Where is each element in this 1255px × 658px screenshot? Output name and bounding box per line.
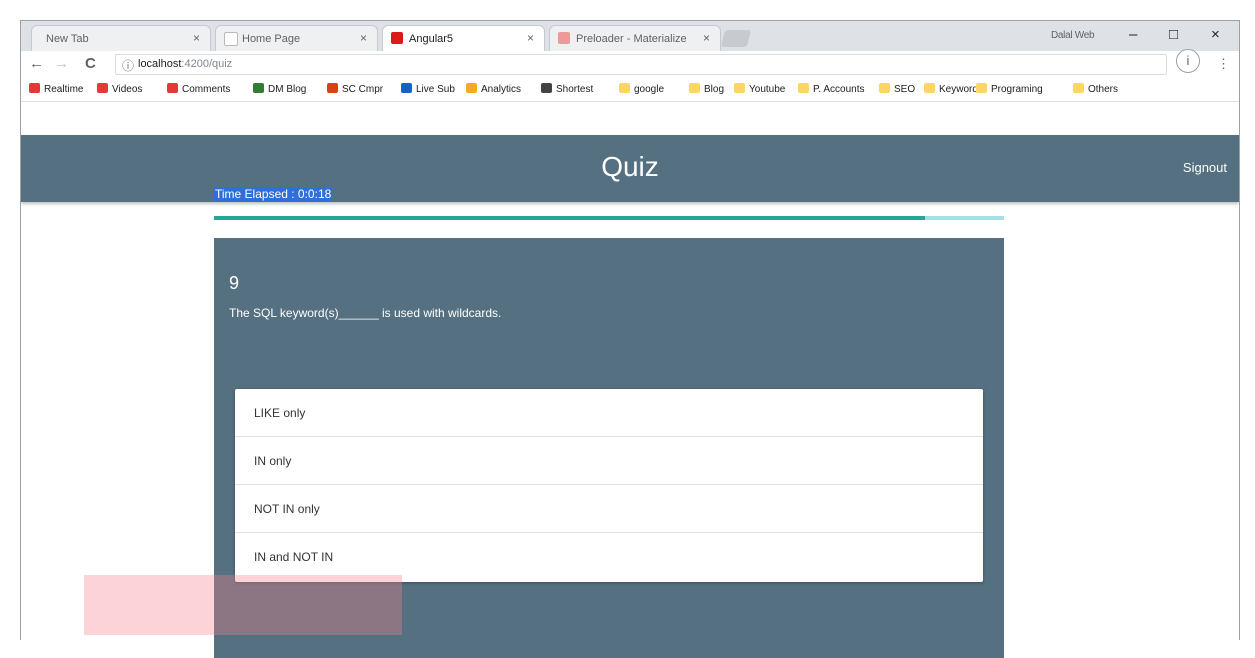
tab-title: Home Page bbox=[242, 33, 301, 45]
answer-options: LIKE only IN only NOT IN only IN and NOT… bbox=[235, 389, 983, 582]
new-tab-button[interactable] bbox=[720, 30, 752, 47]
profile-name[interactable]: Dalal Web bbox=[1051, 30, 1095, 41]
bookmark-label: SEO bbox=[894, 84, 916, 95]
bookmark-label: Analytics bbox=[481, 84, 522, 95]
close-icon[interactable]: × bbox=[703, 31, 710, 45]
bookmark-comments[interactable]: Comments bbox=[167, 83, 230, 95]
bookmark-label: Videos bbox=[112, 84, 143, 95]
bookmark-label: Comments bbox=[182, 84, 231, 95]
page-title: Quiz bbox=[601, 151, 659, 182]
bookmark-icon bbox=[689, 83, 700, 93]
bookmark-icon bbox=[734, 83, 745, 93]
angular-icon bbox=[391, 32, 403, 44]
bookmark-icon bbox=[541, 83, 552, 93]
bookmark-label: DM Blog bbox=[268, 84, 307, 95]
tab-title: Preloader - Materialize bbox=[576, 33, 687, 45]
bookmark-label: google bbox=[634, 84, 665, 95]
bookmark-label: Others bbox=[1088, 84, 1119, 95]
bookmark-blog[interactable]: Blog bbox=[689, 83, 724, 95]
info-icon[interactable]: ⓘ bbox=[122, 57, 134, 74]
question-number: 9 bbox=[229, 273, 240, 293]
tab-title: Angular5 bbox=[409, 33, 454, 45]
maximize-icon[interactable]: □ bbox=[1169, 26, 1178, 43]
page-icon bbox=[224, 32, 238, 46]
close-icon[interactable]: × bbox=[193, 31, 200, 45]
materialize-icon bbox=[558, 32, 570, 44]
close-icon[interactable]: × bbox=[527, 31, 534, 45]
forward-icon[interactable]: → bbox=[54, 55, 69, 72]
answer-option-not-in-only[interactable]: NOT IN only bbox=[235, 485, 983, 533]
signout-link[interactable]: Signout bbox=[1183, 160, 1227, 175]
close-icon[interactable]: × bbox=[360, 31, 367, 45]
bookmark-label: Live Sub bbox=[416, 84, 455, 95]
watermark-overlay bbox=[84, 575, 402, 635]
bookmark-icon bbox=[327, 83, 338, 93]
extension-info-icon[interactable]: i bbox=[1176, 49, 1200, 73]
bookmark-icon bbox=[401, 83, 412, 93]
bookmark-analytics[interactable]: Analytics bbox=[466, 83, 521, 95]
address-bar: ← → C ⓘ localhost:4200/quiz i ⋮ bbox=[21, 49, 1239, 77]
answer-option-in-only[interactable]: IN only bbox=[235, 437, 983, 485]
bookmark-label: Programing bbox=[991, 84, 1043, 95]
quiz-progress-bar bbox=[214, 216, 1004, 220]
close-window-icon[interactable]: × bbox=[1211, 26, 1220, 43]
bookmark-label: SC Cmpr bbox=[342, 84, 384, 95]
bookmark-icon bbox=[619, 83, 630, 93]
bookmark-icon bbox=[879, 83, 890, 93]
url-host: localhost bbox=[138, 58, 182, 70]
bookmark-seo[interactable]: SEO bbox=[879, 83, 915, 95]
time-elapsed: Time Elapsed : 0:0:18 bbox=[214, 187, 333, 202]
bookmark-shortest[interactable]: Shortest bbox=[541, 83, 593, 95]
bookmark-google[interactable]: google bbox=[619, 83, 664, 95]
bookmark-icon bbox=[798, 83, 809, 93]
bookmark-live-sub[interactable]: Live Sub bbox=[401, 83, 455, 95]
bookmark-icon bbox=[29, 83, 40, 93]
bookmark-label: P. Accounts bbox=[813, 84, 865, 95]
back-icon[interactable]: ← bbox=[29, 55, 44, 72]
tab-strip: New Tab × Home Page × Angular5 × Preload… bbox=[21, 21, 1239, 51]
bookmarks-bar: Realtime Videos Comments DM Blog SC Cmpr Live… bbox=[21, 77, 1239, 102]
bookmark-others[interactable]: Others bbox=[1073, 83, 1118, 95]
reload-icon[interactable]: C bbox=[85, 55, 96, 72]
bookmark-icon bbox=[1073, 83, 1084, 93]
url-path: :4200/quiz bbox=[181, 58, 233, 70]
bookmark-icon bbox=[924, 83, 935, 93]
url-text: localhost:4200/quiz bbox=[138, 58, 232, 70]
bookmark-sc-cmpr[interactable]: SC Cmpr bbox=[327, 83, 383, 95]
bookmark-videos[interactable]: Videos bbox=[97, 83, 142, 95]
tab-home-page[interactable]: Home Page × bbox=[215, 25, 378, 51]
bookmark-label: Realtime bbox=[44, 84, 84, 95]
bookmark-programing[interactable]: Programing bbox=[976, 83, 1043, 95]
tab-title: New Tab bbox=[46, 33, 89, 45]
bookmark-icon bbox=[466, 83, 477, 93]
minimize-icon[interactable]: – bbox=[1129, 26, 1137, 43]
url-input[interactable]: ⓘ localhost:4200/quiz bbox=[115, 54, 1167, 75]
bookmark-youtube[interactable]: Youtube bbox=[734, 83, 785, 95]
tab-new-tab[interactable]: New Tab × bbox=[31, 25, 211, 51]
bookmark-icon bbox=[253, 83, 264, 93]
tab-angular5[interactable]: Angular5 × bbox=[382, 25, 545, 51]
bookmark-realtime[interactable]: Realtime bbox=[29, 83, 83, 95]
bookmark-keywords[interactable]: Keywords bbox=[924, 83, 983, 95]
bookmark-label: Youtube bbox=[749, 84, 786, 95]
answer-option-like-only[interactable]: LIKE only bbox=[235, 389, 983, 437]
bookmark-icon bbox=[97, 83, 108, 93]
bookmark-label: Shortest bbox=[556, 84, 594, 95]
quiz-progress-fill bbox=[214, 216, 925, 220]
bookmark-p-accounts[interactable]: P. Accounts bbox=[798, 83, 865, 95]
bookmark-label: Blog bbox=[704, 84, 725, 95]
bookmark-icon bbox=[167, 83, 178, 93]
bookmark-dm-blog[interactable]: DM Blog bbox=[253, 83, 306, 95]
question-text: The SQL keyword(s)______ is used with wi… bbox=[229, 306, 502, 320]
bookmark-icon bbox=[976, 83, 987, 93]
kebab-menu-icon[interactable]: ⋮ bbox=[1217, 56, 1230, 72]
app-header: Quiz Signout bbox=[21, 135, 1239, 202]
tab-preloader-materialize[interactable]: Preloader - Materialize × bbox=[549, 25, 721, 51]
